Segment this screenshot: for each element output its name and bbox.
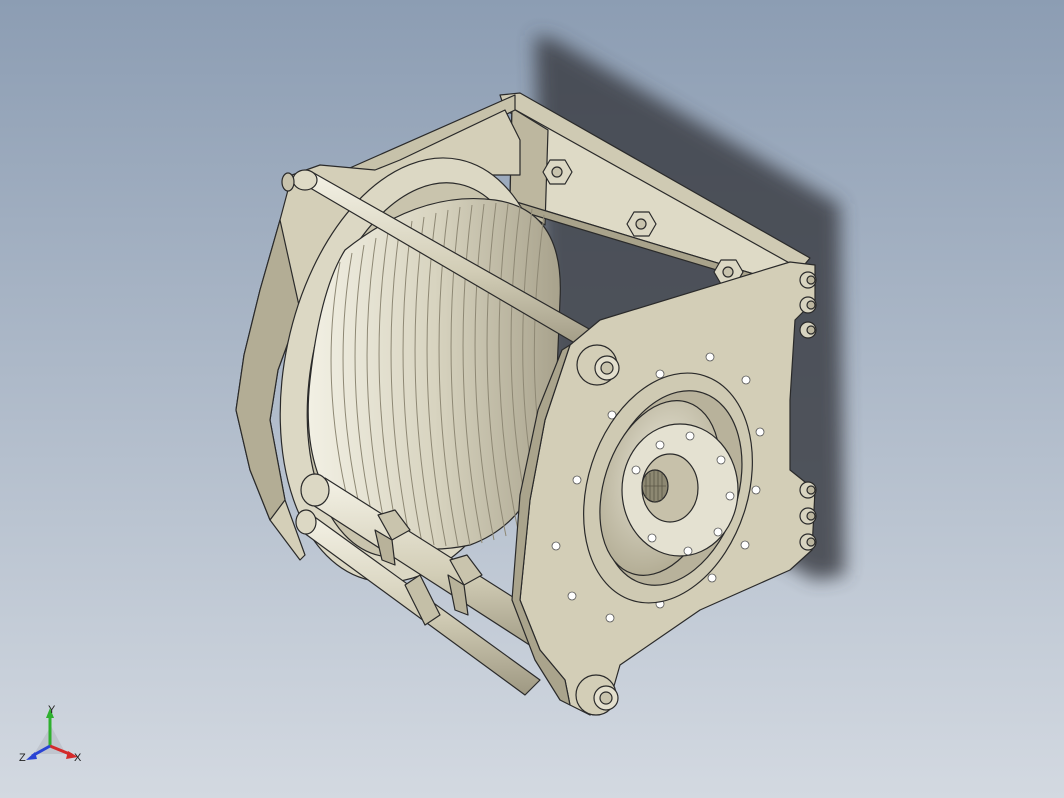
orientation-triad[interactable]: Y X Z xyxy=(18,704,88,774)
z-axis-label: Z xyxy=(19,752,26,764)
cad-viewport[interactable]: Y X Z xyxy=(0,0,1064,798)
x-axis-label: X xyxy=(74,752,82,764)
model-scene[interactable] xyxy=(0,0,1064,798)
bracket-bolt xyxy=(626,211,657,237)
side-bolt-column-top xyxy=(799,271,817,339)
bracket-bolt xyxy=(542,159,573,185)
side-bolt-column-bottom xyxy=(799,481,817,551)
y-axis-label: Y xyxy=(48,704,56,716)
